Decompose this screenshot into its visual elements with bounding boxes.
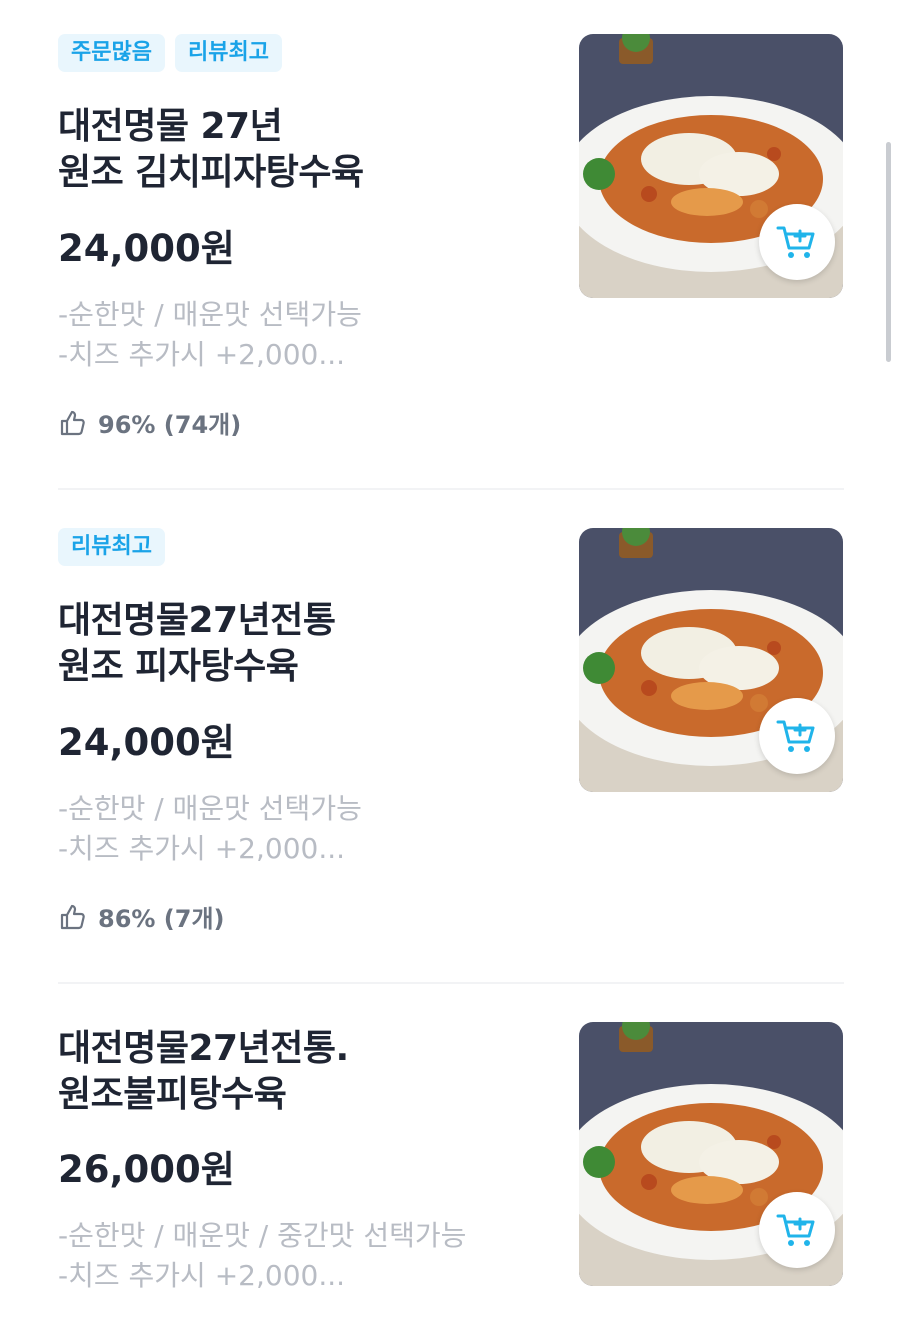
menu-item[interactable]: 주문많음 리뷰최고 대전명물 27년 원조 김치피자탕수육 24,000원 -순… [58,34,844,489]
desc-line: -치즈 추가시 +2,000... [58,338,346,371]
add-to-cart-button[interactable] [759,1192,835,1268]
title-line: 대전명물27년전통 [58,600,336,641]
menu-item-price: 24,000원 [58,227,235,270]
title-line: 대전명물27년전통. [58,1028,349,1069]
add-to-cart-button[interactable] [759,204,835,280]
rating-text: 96% (74개) [98,411,242,439]
rating: 96% (74개) [58,405,241,440]
desc-line: -순한맛 / 매운맛 선택가능 [58,298,362,331]
badge-best-review: 리뷰최고 [174,34,282,72]
menu-item[interactable]: 리뷰최고 대전명물27년전통 원조 피자탕수육 24,000원 -순한맛 / 매… [58,528,844,983]
menu-item-photo[interactable] [579,1022,843,1286]
add-to-cart-button[interactable] [759,698,835,774]
item-divider [58,982,844,984]
cart-add-icon [776,720,815,752]
menu-item[interactable]: 대전명물27년전통. 원조불피탕수육 26,000원 -순한맛 / 매운맛 / … [58,1022,844,1322]
rating: 86% (7개) [58,899,225,934]
item-divider [58,488,844,490]
rating-text: 86% (7개) [98,905,225,933]
desc-line: -순한맛 / 매운맛 / 중간맛 선택가능 [58,1219,467,1252]
badge-row: 리뷰최고 [58,528,165,566]
menu-item-photo[interactable] [579,528,843,792]
menu-item-description: -순한맛 / 매운맛 선택가능 -치즈 추가시 +2,000... [58,789,558,869]
cart-add-icon [776,1214,815,1246]
thumbs-up-icon [60,904,85,929]
menu-item-price: 26,000원 [58,1148,235,1191]
cart-add-icon [776,226,815,258]
thumbs-up-icon [60,410,85,435]
desc-line: -치즈 추가시 +2,000... [58,1259,346,1292]
desc-line: -치즈 추가시 +2,000... [58,832,346,865]
badge-popular-orders: 주문많음 [58,34,165,72]
title-line: 대전명물 27년 [58,106,283,147]
menu-item-price: 24,000원 [58,721,235,764]
scrollbar[interactable] [886,142,891,362]
menu-item-photo[interactable] [579,34,843,298]
menu-item-title: 대전명물 27년 원조 김치피자탕수육 [58,104,558,196]
desc-line: -순한맛 / 매운맛 선택가능 [58,792,362,825]
title-line: 원조 피자탕수육 [58,646,299,687]
menu-item-title: 대전명물27년전통 원조 피자탕수육 [58,598,558,690]
badge-best-review: 리뷰최고 [58,528,165,566]
badge-row: 주문많음 리뷰최고 [58,34,282,72]
menu-item-description: -순한맛 / 매운맛 / 중간맛 선택가능 -치즈 추가시 +2,000... [58,1216,558,1296]
menu-item-description: -순한맛 / 매운맛 선택가능 -치즈 추가시 +2,000... [58,295,558,375]
menu-item-title: 대전명물27년전통. 원조불피탕수육 [58,1026,558,1118]
title-line: 원조불피탕수육 [58,1074,287,1115]
title-line: 원조 김치피자탕수육 [58,152,364,193]
